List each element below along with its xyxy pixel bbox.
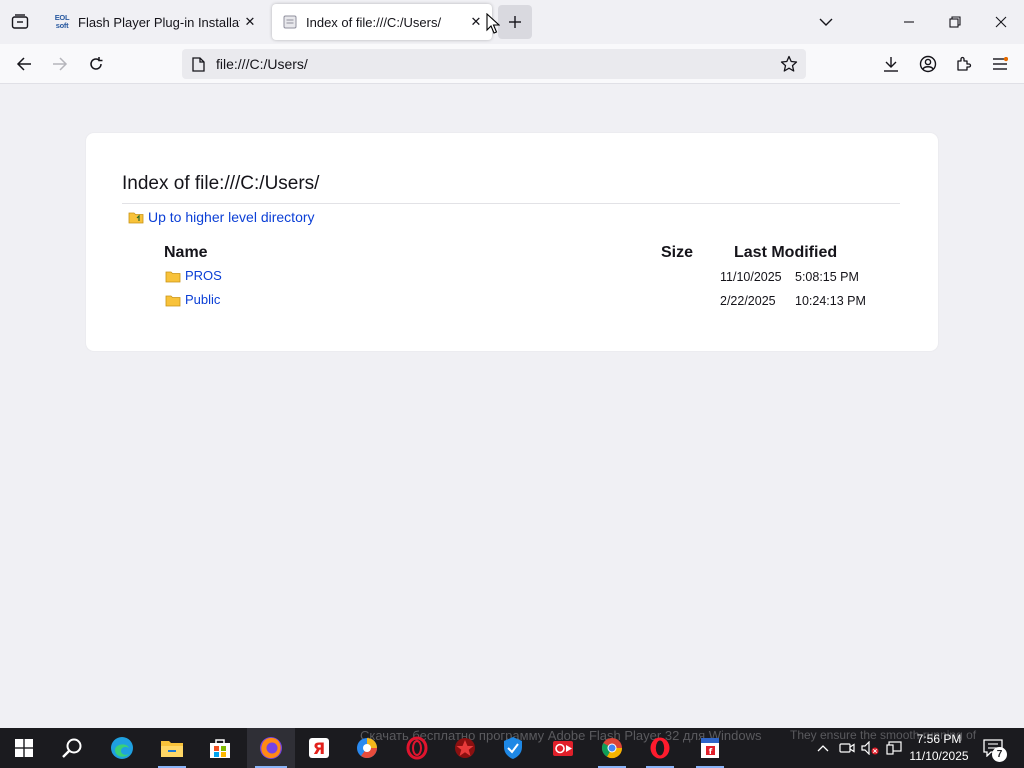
- mouse-cursor-icon: [486, 13, 500, 34]
- close-tab-icon[interactable]: ✕: [466, 12, 486, 32]
- network-icon[interactable]: [883, 728, 905, 768]
- search-icon[interactable]: [50, 728, 94, 768]
- navigation-toolbar: file:///C:/Users/: [0, 44, 1024, 84]
- notifications-icon[interactable]: 7: [978, 734, 1008, 762]
- entry-date: 2/22/2025: [720, 294, 776, 308]
- tab-title: Index of file:///C:/Users/: [306, 14, 442, 30]
- up-directory-label[interactable]: Up to higher level directory: [148, 209, 315, 225]
- media-app-icon[interactable]: [541, 728, 585, 768]
- address-text[interactable]: file:///C:/Users/: [216, 56, 776, 72]
- volume-muted-icon[interactable]: [859, 728, 881, 768]
- camera-icon[interactable]: [836, 728, 858, 768]
- new-tab-button[interactable]: [498, 5, 532, 39]
- flash-app-icon[interactable]: f: [688, 728, 732, 768]
- folder-up-icon: [128, 212, 144, 224]
- chevron-down-icon[interactable]: [812, 10, 840, 34]
- table-row: PROS 11/10/2025 5:08:15 PM: [86, 267, 938, 289]
- column-header-name[interactable]: Name: [164, 244, 208, 262]
- clock-time: 7:56 PM: [916, 732, 962, 746]
- svg-text:Я: Я: [313, 739, 325, 758]
- address-bar[interactable]: file:///C:/Users/: [182, 49, 806, 79]
- svg-text:f: f: [709, 747, 713, 756]
- close-window-button[interactable]: [978, 0, 1024, 44]
- tab-strip: EOLsoft Flash Player Plug-in Installatio…: [0, 0, 1024, 44]
- menu-icon[interactable]: [985, 50, 1015, 78]
- tab-title: Flash Player Plug-in Installation: [78, 14, 240, 30]
- eol-soft-icon: EOL soft: [54, 13, 70, 30]
- folder-icon: [165, 271, 181, 283]
- clock-date: 11/10/2025: [909, 749, 969, 763]
- tab-flash-player[interactable]: EOLsoft Flash Player Plug-in Installatio…: [44, 4, 266, 40]
- extensions-icon[interactable]: [949, 50, 979, 78]
- up-directory-link[interactable]: Up to higher level directory: [128, 209, 315, 225]
- page-title: Index of file:///C:/Users/: [122, 173, 900, 204]
- folder-link-public[interactable]: Public: [185, 292, 220, 307]
- windows-taskbar: Скачать бесплатно программу Adobe Flash …: [0, 728, 1024, 768]
- minimize-button[interactable]: [886, 0, 932, 44]
- entry-time: 5:08:15 PM: [795, 270, 859, 284]
- folder-icon: [165, 295, 181, 307]
- column-header-last-modified[interactable]: Last Modified: [734, 244, 837, 262]
- system-clock[interactable]: 7:56 PM 11/10/2025: [904, 731, 974, 765]
- notification-badge: 7: [992, 747, 1007, 762]
- app-red-icon[interactable]: [443, 728, 487, 768]
- chevron-up-icon[interactable]: [812, 728, 834, 768]
- edge-icon[interactable]: [100, 728, 144, 768]
- opera-icon[interactable]: [638, 728, 682, 768]
- browser-icon[interactable]: [345, 728, 389, 768]
- back-button[interactable]: [9, 50, 39, 78]
- firefox-icon[interactable]: [247, 728, 295, 768]
- reload-button[interactable]: [81, 50, 111, 78]
- tab-index-users[interactable]: Index of file:///C:/Users/ ✕: [272, 4, 492, 40]
- entry-time: 10:24:13 PM: [795, 294, 866, 308]
- microsoft-store-icon[interactable]: [198, 728, 242, 768]
- opera-gx-icon[interactable]: [395, 728, 439, 768]
- table-row: Public 2/22/2025 10:24:13 PM: [86, 291, 938, 313]
- account-icon[interactable]: [913, 50, 943, 78]
- file-explorer-icon[interactable]: [150, 728, 194, 768]
- firefox-view-icon[interactable]: [8, 10, 32, 34]
- folder-link-pros[interactable]: PROS: [185, 268, 222, 283]
- security-shield-icon[interactable]: [491, 728, 535, 768]
- forward-button[interactable]: [45, 50, 75, 78]
- entry-date: 11/10/2025: [720, 270, 782, 284]
- yandex-browser-icon[interactable]: Я: [297, 728, 341, 768]
- page-icon: [282, 14, 298, 30]
- restore-button[interactable]: [932, 0, 978, 44]
- directory-listing: Index of file:///C:/Users/ Up to higher …: [86, 133, 938, 351]
- star-icon[interactable]: [776, 51, 802, 77]
- column-header-size[interactable]: Size: [661, 244, 693, 262]
- page-icon: [190, 56, 206, 72]
- page-content: Index of file:///C:/Users/ Up to higher …: [0, 85, 1024, 728]
- windows-start-icon[interactable]: [2, 728, 46, 768]
- close-tab-icon[interactable]: ✕: [240, 12, 260, 32]
- downloads-icon[interactable]: [876, 50, 906, 78]
- chrome-icon[interactable]: [590, 728, 634, 768]
